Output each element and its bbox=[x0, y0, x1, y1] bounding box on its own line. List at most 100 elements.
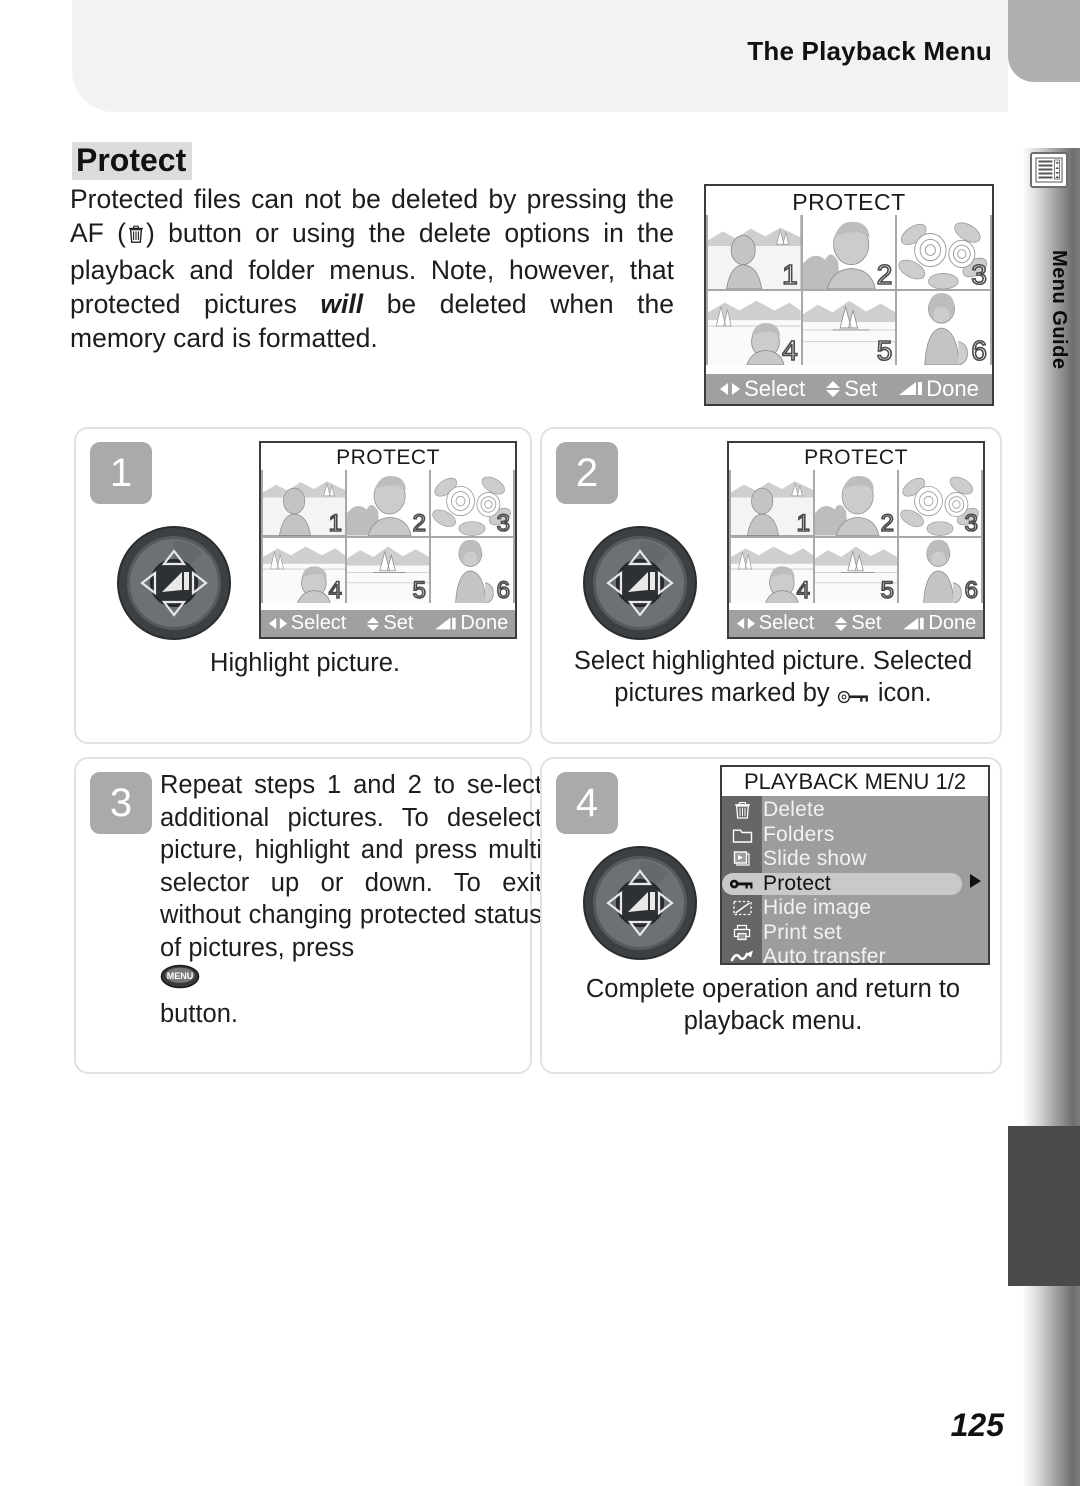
step-4-panel: 4 PLAYBACK MENU 1/2 Delete Folders Slide… bbox=[540, 757, 1002, 1074]
control-label: Set bbox=[851, 612, 882, 634]
menu-list-icon bbox=[1030, 152, 1068, 188]
step-2-lcd: PROTECT 1 2 3 4 5 6 Select Set Done bbox=[727, 441, 985, 639]
thumbnail-number: 1 bbox=[796, 509, 811, 536]
thumbnail-1[interactable]: 1 bbox=[731, 470, 813, 536]
thumbnail-2[interactable]: 2 bbox=[347, 470, 429, 536]
multi-selector-dial[interactable] bbox=[580, 524, 700, 647]
control-done: Done bbox=[433, 612, 508, 635]
menu-item-print-set[interactable]: Print set bbox=[722, 921, 988, 946]
step-1-badge: 1 bbox=[90, 442, 152, 504]
control-label: Done bbox=[926, 376, 979, 401]
side-tab-label: Menu Guide bbox=[1048, 250, 1070, 370]
control-select: Select bbox=[719, 376, 805, 402]
thumbnail-number: 4 bbox=[781, 335, 798, 366]
step-3-text-post: button. bbox=[160, 999, 238, 1028]
thumbnail-3[interactable]: 3 bbox=[899, 470, 981, 536]
thumbnail-1[interactable]: 1 bbox=[263, 470, 345, 536]
menu-button-icon: MENU bbox=[160, 964, 542, 998]
thumbnail-number: 6 bbox=[971, 335, 988, 366]
lcd-protect-screen-top: PROTECT 1 2 3 4 5 6 Select Set Done bbox=[704, 184, 994, 406]
control-set: Set bbox=[834, 612, 881, 635]
key-icon bbox=[725, 877, 759, 891]
thumbnail-number: 2 bbox=[880, 509, 895, 536]
lcd-control-bar: Select Set Done bbox=[729, 610, 983, 637]
thumbnail-6[interactable]: 6 bbox=[431, 537, 513, 604]
thumbnail-4[interactable]: 4 bbox=[731, 537, 813, 604]
thumbnail-1[interactable]: 1 bbox=[708, 215, 801, 290]
step-2-caption-line1: Select highlighted picture. Selected bbox=[573, 647, 973, 675]
thumbnail-number: 6 bbox=[964, 576, 979, 604]
thumbnail-5[interactable]: 5 bbox=[802, 291, 896, 366]
thumbnail-3[interactable]: 3 bbox=[431, 470, 513, 536]
thumbnail-6[interactable]: 6 bbox=[897, 291, 990, 366]
printer-icon bbox=[725, 923, 759, 942]
thumbnail-2[interactable]: 2 bbox=[802, 215, 896, 290]
multi-selector-dial[interactable] bbox=[114, 524, 234, 647]
menu-item-folders[interactable]: Folders bbox=[722, 823, 988, 848]
step-1-panel: 1 PROTECT 1 2 3 4 5 6 Select Set Done Hi… bbox=[74, 427, 532, 744]
auto-transfer-icon bbox=[725, 949, 759, 963]
lcd-control-bar: Select Set Done bbox=[706, 374, 992, 404]
slide-show-icon bbox=[725, 849, 759, 869]
menu-item-label: Protect bbox=[763, 871, 831, 895]
key-icon bbox=[837, 680, 871, 712]
thumbnail-5[interactable]: 5 bbox=[815, 537, 897, 604]
control-label: Done bbox=[928, 612, 977, 634]
enter-arrow-icon bbox=[435, 617, 457, 629]
thumbnail-2[interactable]: 2 bbox=[815, 470, 897, 536]
playback-menu-list: Delete Folders Slide show Protect Hide i… bbox=[722, 796, 988, 963]
thumbnail-number: 3 bbox=[971, 259, 988, 290]
thumbnail-4[interactable]: 4 bbox=[263, 537, 345, 604]
menu-item-slide-show[interactable]: Slide show bbox=[722, 847, 988, 872]
control-label: Select bbox=[290, 612, 347, 634]
thumbnail-number: 4 bbox=[796, 576, 811, 604]
control-label: Set bbox=[844, 376, 878, 401]
lcd-title: PROTECT bbox=[792, 189, 906, 215]
section-heading: Protect bbox=[72, 142, 193, 180]
step-2-panel: 2 PROTECT 1 2 3 4 5 6 Select Set Done Se… bbox=[540, 427, 1002, 744]
menu-item-protect[interactable]: Protect bbox=[722, 872, 988, 897]
page-number: 125 bbox=[950, 1407, 1004, 1443]
step-3-text-pre: Repeat steps 1 and 2 to se-lect addition… bbox=[160, 771, 542, 962]
left-right-arrows-icon bbox=[736, 618, 755, 629]
playback-menu-screen: PLAYBACK MENU 1/2 Delete Folders Slide s… bbox=[720, 765, 990, 965]
step-1-caption: Highlight picture. bbox=[210, 649, 400, 677]
lcd-control-bar: Select Set Done bbox=[261, 610, 515, 637]
thumbnail-number: 1 bbox=[328, 509, 343, 536]
multi-selector-dial[interactable] bbox=[580, 844, 700, 967]
thumbnail-number: 3 bbox=[496, 509, 511, 536]
thumbnail-5[interactable]: 5 bbox=[347, 537, 429, 604]
step-4-badge: 4 bbox=[556, 772, 618, 834]
right-caret-icon bbox=[968, 872, 982, 895]
step-3-panel: 3 Repeat steps 1 and 2 to se-lect additi… bbox=[74, 757, 542, 1074]
left-right-arrows-icon bbox=[720, 383, 741, 395]
enter-arrow-icon bbox=[903, 617, 925, 629]
thumbnail-3[interactable]: 3 bbox=[897, 215, 990, 290]
thumbnail-grid: 1 2 3 4 5 6 bbox=[261, 470, 515, 604]
control-set: Set bbox=[366, 612, 413, 635]
thumbnail-number: 5 bbox=[880, 576, 895, 604]
menu-item-label: Delete bbox=[763, 798, 825, 822]
menu-item-delete[interactable]: Delete bbox=[722, 798, 988, 823]
playback-menu-title: PLAYBACK MENU 1/2 bbox=[722, 767, 988, 796]
control-label: Select bbox=[744, 376, 806, 401]
menu-item-label: Folders bbox=[763, 822, 835, 846]
thumbnail-6[interactable]: 6 bbox=[899, 537, 981, 604]
step-4-caption-line1: Complete operation and return to bbox=[585, 975, 961, 1003]
trash-can-icon bbox=[725, 800, 759, 820]
step-2-caption: Select highlighted picture. Selected pic… bbox=[552, 645, 994, 712]
control-label: Done bbox=[460, 612, 509, 634]
step-4-caption-line2: playback menu. bbox=[683, 1007, 863, 1035]
thumbnail-number: 5 bbox=[412, 576, 427, 604]
step-3-badge: 3 bbox=[90, 772, 152, 834]
menu-item-auto-transfer[interactable]: Auto transfer bbox=[722, 945, 988, 963]
thumbnail-number: 2 bbox=[876, 259, 893, 290]
intro-emphasis: will bbox=[320, 289, 364, 319]
thumbnail-number: 6 bbox=[496, 576, 511, 604]
step-2-badge: 2 bbox=[556, 442, 618, 504]
thumbnail-number: 2 bbox=[412, 509, 427, 536]
menu-item-hide-image[interactable]: Hide image bbox=[722, 896, 988, 921]
control-select: Select bbox=[736, 612, 814, 635]
page-header-title: The Playback Menu bbox=[747, 36, 992, 66]
thumbnail-4[interactable]: 4 bbox=[708, 291, 801, 366]
